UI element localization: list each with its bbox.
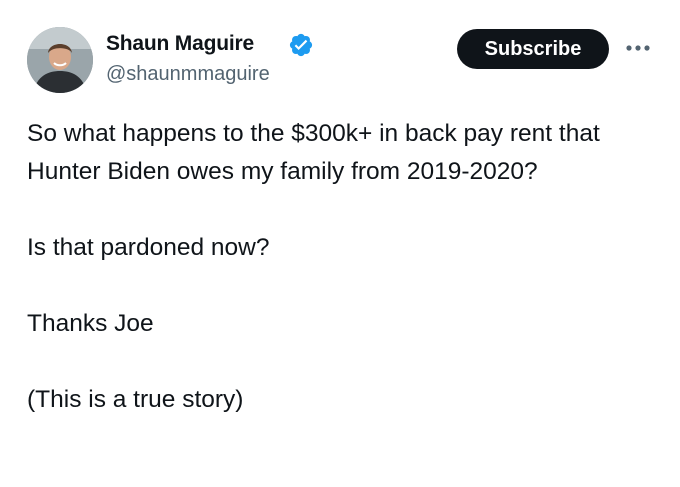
subscribe-button[interactable]: Subscribe — [457, 29, 609, 69]
tweet-card: Shaun Maguire @shaunmmaguire Subscribe S… — [0, 0, 680, 487]
author-name[interactable]: Shaun Maguire — [106, 32, 254, 56]
avatar-photo — [27, 27, 93, 93]
tweet-paragraph: (This is a true story) — [27, 386, 244, 413]
tweet-paragraph: Is that pardoned now? — [27, 234, 270, 261]
tweet-text: So what happens to the $300k+ in back pa… — [27, 115, 667, 457]
verified-badge-icon[interactable] — [288, 32, 314, 58]
more-horizontal-icon[interactable] — [623, 36, 653, 60]
tweet-paragraph: So what happens to the $300k+ in back pa… — [27, 120, 600, 185]
tweet-paragraph: Thanks Joe — [27, 310, 154, 337]
avatar[interactable] — [27, 27, 93, 93]
author-handle[interactable]: @shaunmmaguire — [106, 63, 270, 86]
